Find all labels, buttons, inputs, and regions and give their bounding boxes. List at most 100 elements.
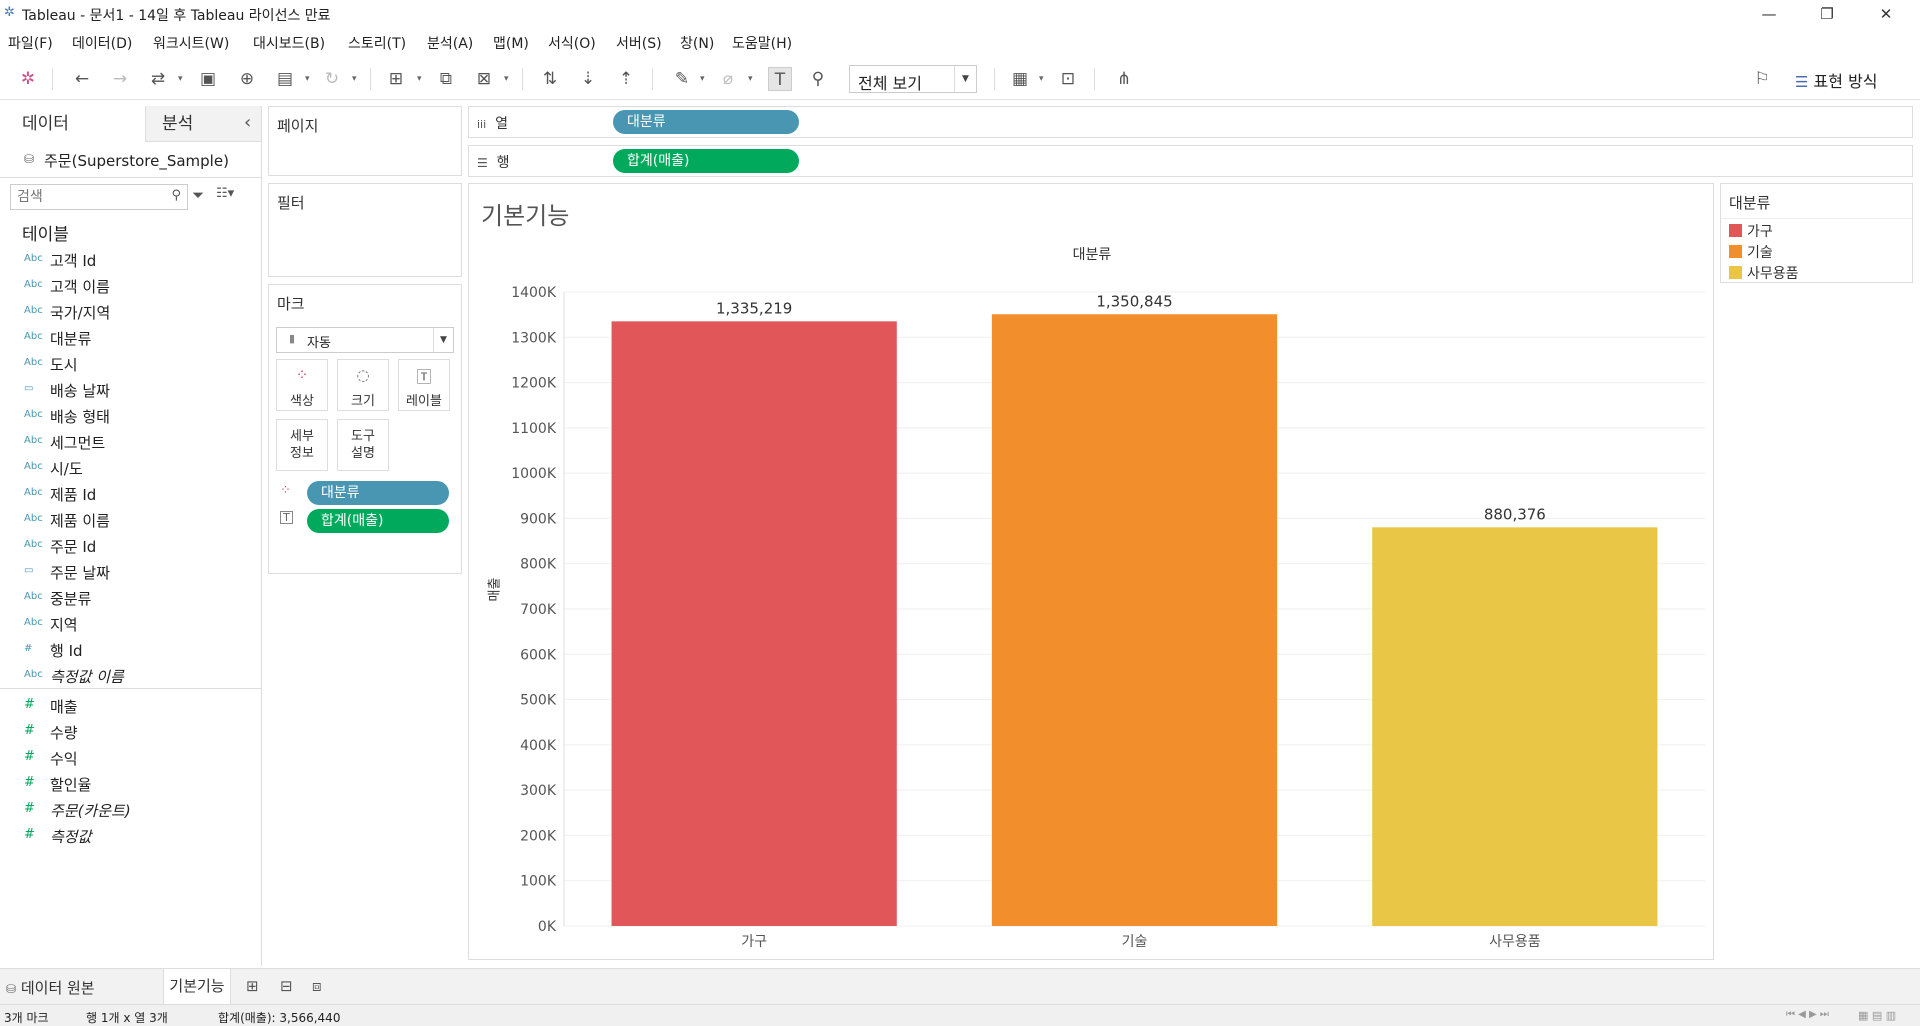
bar[interactable] — [1372, 527, 1658, 926]
tableau-start-icon[interactable]: ✲ — [16, 67, 40, 91]
menu-dashboard[interactable]: 대시보드(B) — [253, 33, 325, 53]
measure-field[interactable]: # 측정값 — [0, 823, 261, 849]
legend-item-label[interactable]: 사무용품 — [1747, 263, 1799, 283]
presentation-mode-icon[interactable]: ⊡ — [1056, 67, 1080, 91]
rows-shelf[interactable]: ☰ 행 합계(매출) — [468, 145, 1913, 177]
measure-field[interactable]: # 매출 — [0, 693, 261, 719]
marks-pill-sales[interactable]: 합계(매출) — [307, 509, 449, 533]
dimension-field[interactable]: Abc 제품 Id — [0, 481, 261, 507]
columns-shelf[interactable]: iii 열 대분류 — [468, 106, 1913, 138]
dimension-field[interactable]: Abc 고객 Id — [0, 247, 261, 273]
show-cards-icon[interactable]: ▦ — [1008, 67, 1032, 91]
sheet-navigation-icon[interactable]: ⏮ ◀ ▶ ⏭ — [1786, 1009, 1829, 1020]
measure-field[interactable]: # 수익 — [0, 745, 261, 771]
search-input[interactable] — [17, 187, 167, 207]
menu-map[interactable]: 맵(M) — [493, 33, 529, 53]
share-icon[interactable]: ⋔ — [1112, 67, 1136, 91]
dimension-field[interactable]: Abc 국가/지역 — [0, 299, 261, 325]
dimension-field[interactable]: Abc 중분류 — [0, 585, 261, 611]
highlight-icon[interactable]: ✎ — [670, 67, 694, 91]
highlight-dropdown-icon[interactable]: ▾ — [700, 67, 710, 91]
new-worksheet-tab-icon[interactable]: ⊞ — [246, 977, 259, 995]
mark-type-dropdown[interactable]: ▮ 자동 ▼ — [276, 327, 454, 353]
datasource-row[interactable]: ⛁ 주문(Superstore_Sample) — [0, 142, 261, 178]
dimension-field[interactable]: ▭ 배송 날짜 — [0, 377, 261, 403]
dimension-field[interactable]: Abc 주문 Id — [0, 533, 261, 559]
tooltip-button[interactable]: 도구 설명 — [337, 419, 389, 471]
pause-updates-icon[interactable]: ▤ — [273, 67, 297, 91]
show-mark-labels-icon[interactable]: T — [768, 67, 792, 91]
undo-icon[interactable]: ← — [70, 67, 94, 91]
refresh-dropdown-icon[interactable]: ▾ — [352, 67, 362, 91]
group-icon[interactable]: ⌀ — [716, 67, 740, 91]
show-cards-dropdown-icon[interactable]: ▾ — [1039, 67, 1049, 91]
dimension-field[interactable]: # 행 Id — [0, 637, 261, 663]
fix-axes-icon[interactable]: ⚲ — [806, 67, 830, 91]
bar[interactable] — [611, 321, 897, 926]
menu-window[interactable]: 창(N) — [680, 33, 714, 53]
detail-button[interactable]: 세부 정보 — [276, 419, 328, 471]
save-icon[interactable]: ▣ — [196, 67, 220, 91]
dimension-field[interactable]: Abc 세그먼트 — [0, 429, 261, 455]
sort-descending-icon[interactable]: ⇡ — [614, 67, 638, 91]
color-button[interactable]: ⁘ 색상 — [276, 359, 328, 411]
clear-sheet-icon[interactable]: ⊠ — [472, 67, 496, 91]
dimension-field[interactable]: Abc 지역 — [0, 611, 261, 637]
dimension-field[interactable]: Abc 측정값 이름 — [0, 663, 261, 689]
measure-field[interactable]: # 주문(카운트) — [0, 797, 261, 823]
dimension-field[interactable]: ▭ 주문 날짜 — [0, 559, 261, 585]
rows-pill-sales[interactable]: 합계(매출) — [613, 149, 799, 173]
sort-ascending-icon[interactable]: ⇣ — [576, 67, 600, 91]
size-button[interactable]: ◌ 크기 — [337, 359, 389, 411]
search-box[interactable]: ⚲ — [10, 184, 188, 210]
filters-card[interactable]: 필터 — [268, 183, 462, 277]
tab-data[interactable]: 데이터 — [0, 106, 145, 142]
dimension-field[interactable]: Abc 배송 형태 — [0, 403, 261, 429]
clear-dropdown-icon[interactable]: ▾ — [504, 67, 514, 91]
menu-worksheet[interactable]: 워크시트(W) — [153, 33, 229, 53]
menu-file[interactable]: 파일(F) — [8, 33, 53, 53]
dimension-field[interactable]: Abc 도시 — [0, 351, 261, 377]
maximize-button[interactable]: ❐ — [1804, 0, 1850, 28]
new-worksheet-dropdown-icon[interactable]: ▾ — [417, 67, 427, 91]
legend-item-label[interactable]: 기술 — [1747, 242, 1773, 262]
paint-format-icon[interactable]: ⚐ — [1750, 67, 1774, 91]
close-button[interactable]: ✕ — [1863, 0, 1909, 28]
menu-analysis[interactable]: 분석(A) — [427, 33, 473, 53]
new-dashboard-tab-icon[interactable]: ⊟ — [280, 977, 293, 995]
new-story-tab-icon[interactable]: ⧈ — [312, 977, 322, 995]
dimension-field[interactable]: Abc 고객 이름 — [0, 273, 261, 299]
redo-icon[interactable]: → — [108, 67, 132, 91]
swap-rows-columns-icon[interactable]: ⇅ — [538, 67, 562, 91]
marks-pill-category[interactable]: 대분류 — [307, 481, 449, 505]
fit-dropdown[interactable]: 전체 보기 ▼ — [849, 65, 977, 93]
menu-story[interactable]: 스토리(T) — [348, 33, 406, 53]
duplicate-icon[interactable]: ⧉ — [434, 67, 458, 91]
dimension-field[interactable]: Abc 제품 이름 — [0, 507, 261, 533]
view-mode-icon[interactable]: ▦ ▤ ▥ — [1858, 1009, 1896, 1022]
menu-help[interactable]: 도움말(H) — [732, 33, 792, 53]
bar[interactable] — [991, 314, 1278, 926]
menu-format[interactable]: 서식(O) — [548, 33, 596, 53]
filter-icon[interactable]: ⏷ — [192, 186, 204, 204]
minimize-button[interactable]: — — [1746, 0, 1792, 28]
label-button[interactable]: 🅃 레이블 — [398, 359, 450, 411]
pages-card[interactable]: 페이지 — [268, 106, 462, 176]
new-datasource-icon[interactable]: ⊕ — [235, 67, 259, 91]
columns-pill-category[interactable]: 대분류 — [613, 110, 799, 134]
tab-data-source[interactable]: ⛁ 데이터 원본 — [6, 977, 95, 998]
pause-dropdown-icon[interactable]: ▾ — [305, 67, 315, 91]
new-worksheet-icon[interactable]: ⊞ — [384, 67, 408, 91]
swap-icon[interactable]: ⇄ — [146, 67, 170, 91]
measure-field[interactable]: # 할인율 — [0, 771, 261, 797]
group-dropdown-icon[interactable]: ▾ — [748, 67, 758, 91]
swap-dropdown-icon[interactable]: ▾ — [178, 67, 188, 91]
collapse-pane-icon[interactable]: ‹ — [244, 112, 251, 133]
dimension-field[interactable]: Abc 시/도 — [0, 455, 261, 481]
menu-data[interactable]: 데이터(D) — [72, 33, 132, 53]
tab-sheet-basic[interactable]: 기본기능 — [163, 969, 231, 1005]
show-me-button[interactable]: ☰ 표현 방식 — [1795, 68, 1878, 92]
legend-item-label[interactable]: 가구 — [1747, 221, 1773, 241]
view-options-icon[interactable]: ☷▾ — [216, 186, 234, 201]
dimension-field[interactable]: Abc 대분류 — [0, 325, 261, 351]
